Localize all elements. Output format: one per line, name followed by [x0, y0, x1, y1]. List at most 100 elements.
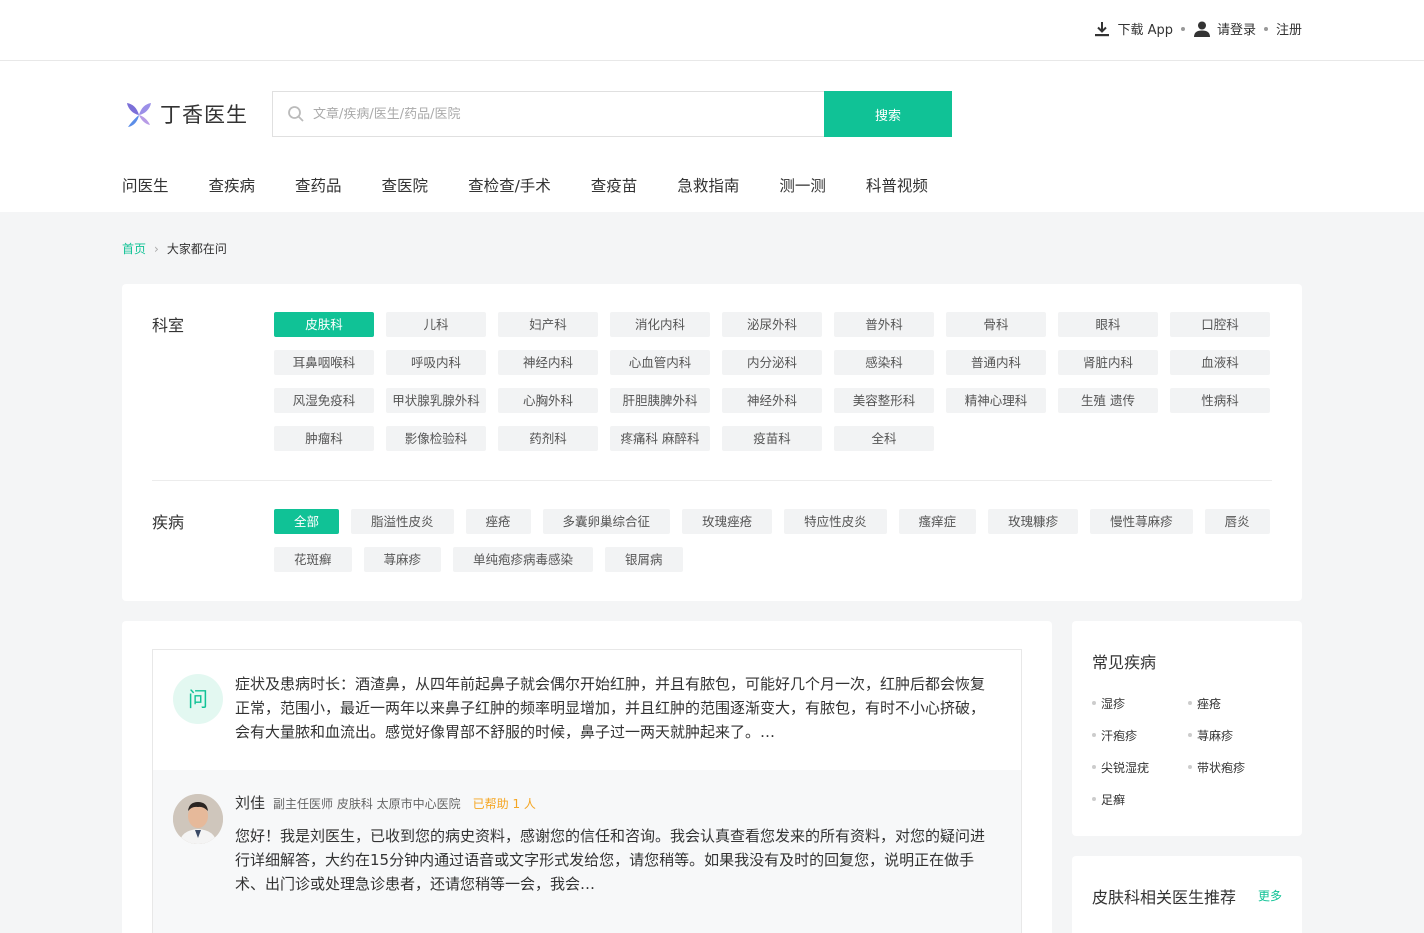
dept-tag[interactable]: 风湿免疫科 — [274, 388, 374, 413]
logo-text: 丁香医生 — [160, 103, 248, 127]
dept-tag[interactable]: 甲状腺乳腺外科 — [386, 388, 486, 413]
search-button[interactable]: 搜索 — [824, 91, 952, 137]
common-disease-link[interactable]: 汗疱疹 — [1092, 727, 1188, 759]
dept-tag[interactable]: 药剂科 — [498, 426, 598, 451]
common-disease-link[interactable]: 痤疮 — [1188, 695, 1284, 727]
disease-tag[interactable]: 痤疮 — [465, 509, 531, 534]
disease-tag[interactable]: 银屑病 — [605, 547, 683, 572]
dept-tag[interactable]: 普外科 — [834, 312, 934, 337]
nav-vaccines[interactable]: 查疫苗 — [591, 174, 638, 196]
more-link[interactable]: 更多 — [1258, 887, 1282, 904]
question-badge: 问 — [173, 674, 223, 724]
nav-tests[interactable]: 测一测 — [779, 174, 826, 196]
main-nav: 问医生 查疾病 查药品 查医院 查检查/手术 查疫苗 急救指南 测一测 科普视频 — [122, 174, 968, 196]
dept-tag[interactable]: 耳鼻咽喉科 — [274, 350, 374, 375]
common-disease-link[interactable]: 足癣 — [1092, 791, 1188, 823]
answer-block: 刘佳 副主任医师 皮肤科 太原市中心医院 已帮助 1 人 您好！我是刘医生，已收… — [153, 770, 1021, 933]
dept-tag[interactable]: 呼吸内科 — [386, 350, 486, 375]
dept-tag[interactable]: 妇产科 — [498, 312, 598, 337]
dept-tag[interactable]: 全科 — [834, 426, 934, 451]
answer-text[interactable]: 您好！我是刘医生，已收到您的病史资料，感谢您的信任和咨询。我会认真查看您发来的所… — [235, 824, 995, 896]
disease-tag[interactable]: 单纯疱疹病毒感染 — [453, 547, 594, 572]
common-disease-link[interactable]: 荨麻疹 — [1188, 727, 1284, 759]
chevron-right-icon: › — [154, 241, 159, 256]
breadcrumb: 首页 › 大家都在问 — [122, 240, 227, 257]
disease-tag[interactable]: 唇炎 — [1204, 509, 1270, 534]
user-links: 下载 App 请登录 注册 — [1093, 19, 1302, 38]
helped-count: 已帮助 1 人 — [472, 797, 536, 811]
filter-panel: 科室 皮肤科 儿科 妇产科 消化内科 泌尿外科 普外科 骨科 眼科 口腔科 耳鼻… — [122, 284, 1302, 601]
question-text[interactable]: 症状及患病时长：酒渣鼻，从四年前起鼻子就会偶尔开始红肿，并且有脓包，可能好几个月… — [235, 672, 995, 744]
dept-tag[interactable]: 儿科 — [386, 312, 486, 337]
nav-diseases[interactable]: 查疾病 — [209, 174, 256, 196]
dept-tag[interactable]: 生殖 遗传 — [1058, 388, 1158, 413]
dept-tag[interactable]: 血液科 — [1170, 350, 1270, 375]
disease-label: 疾病 — [152, 513, 185, 532]
disease-tag[interactable]: 慢性荨麻疹 — [1090, 509, 1193, 534]
dept-tag[interactable]: 骨科 — [946, 312, 1046, 337]
disease-tag[interactable]: 瘙痒症 — [898, 509, 977, 534]
search-bar: 搜索 — [272, 91, 952, 137]
dept-tag[interactable]: 美容整形科 — [834, 388, 934, 413]
clove-logo-icon — [127, 103, 151, 127]
top-bar: 下载 App 请登录 注册 — [0, 0, 1424, 61]
doctor-meta: 副主任医师 皮肤科 太原市中心医院 — [273, 797, 461, 811]
disease-tag[interactable]: 花斑癣 — [274, 547, 352, 572]
separator-dot — [1180, 26, 1185, 31]
dept-tag[interactable]: 精神心理科 — [946, 388, 1046, 413]
dept-tag[interactable]: 眼科 — [1058, 312, 1158, 337]
nav-exams-surgery[interactable]: 查检查/手术 — [468, 174, 551, 196]
qa-item[interactable]: 问 症状及患病时长：酒渣鼻，从四年前起鼻子就会偶尔开始红肿，并且有脓包，可能好几… — [152, 649, 1022, 933]
separator-dot — [1263, 26, 1268, 31]
download-app-link[interactable]: 下载 App — [1117, 19, 1173, 38]
dept-tag[interactable]: 心血管内科 — [610, 350, 710, 375]
nav-first-aid[interactable]: 急救指南 — [677, 174, 739, 196]
dept-tag[interactable]: 疫苗科 — [722, 426, 822, 451]
login-link[interactable]: 请登录 — [1217, 19, 1256, 38]
dept-tag[interactable]: 神经内科 — [498, 350, 598, 375]
dept-tag[interactable]: 肿瘤科 — [274, 426, 374, 451]
dept-tag[interactable]: 消化内科 — [610, 312, 710, 337]
nav-ask-doctor[interactable]: 问医生 — [122, 174, 169, 196]
dept-tag[interactable]: 肾脏内科 — [1058, 350, 1158, 375]
dept-tag[interactable]: 口腔科 — [1170, 312, 1270, 337]
breadcrumb-home[interactable]: 首页 — [122, 240, 146, 257]
user-icon — [1193, 21, 1210, 37]
disease-tag[interactable]: 荨麻疹 — [363, 547, 442, 572]
nav-videos[interactable]: 科普视频 — [866, 174, 928, 196]
qa-list: 问 症状及患病时长：酒渣鼻，从四年前起鼻子就会偶尔开始红肿，并且有脓包，可能好几… — [122, 621, 1052, 933]
common-disease-link[interactable]: 湿疹 — [1092, 695, 1188, 727]
dept-tag[interactable]: 神经外科 — [722, 388, 822, 413]
breadcrumb-current: 大家都在问 — [166, 242, 227, 256]
disease-tag[interactable]: 脂溢性皮炎 — [351, 509, 454, 534]
dept-tag[interactable]: 泌尿外科 — [722, 312, 822, 337]
dept-tag[interactable]: 肝胆胰脾外科 — [610, 388, 710, 413]
search-box — [272, 91, 824, 137]
common-disease-link[interactable]: 尖锐湿疣 — [1092, 759, 1188, 791]
dept-tag[interactable]: 性病科 — [1170, 388, 1270, 413]
disease-tag[interactable]: 多囊卵巢综合征 — [542, 509, 671, 534]
site-header: 丁香医生 搜索 问医生 查疾病 查药品 查医院 查检查/手术 查疫苗 急救指南 … — [0, 61, 1424, 212]
disease-tag[interactable]: 玫瑰糠疹 — [988, 509, 1079, 534]
site-logo[interactable]: 丁香医生 — [124, 99, 248, 129]
dept-tag[interactable]: 影像检验科 — [386, 426, 486, 451]
dept-tag[interactable]: 心胸外科 — [498, 388, 598, 413]
dept-tag[interactable]: 疼痛科 麻醉科 — [610, 426, 710, 451]
nav-drugs[interactable]: 查药品 — [295, 174, 342, 196]
doctor-info: 刘佳 副主任医师 皮肤科 太原市中心医院 已帮助 1 人 — [235, 792, 536, 813]
doctor-name[interactable]: 刘佳 — [235, 792, 265, 813]
disease-tag[interactable]: 特应性皮炎 — [784, 509, 887, 534]
register-link[interactable]: 注册 — [1276, 19, 1302, 38]
common-disease-link[interactable]: 带状疱疹 — [1188, 759, 1284, 791]
disease-tag[interactable]: 全部 — [274, 509, 340, 534]
doctor-recommend-title: 皮肤科相关医生推荐 — [1092, 888, 1237, 907]
dept-tag[interactable]: 皮肤科 — [274, 312, 374, 337]
nav-hospitals[interactable]: 查医院 — [382, 174, 429, 196]
department-tags: 皮肤科 儿科 妇产科 消化内科 泌尿外科 普外科 骨科 眼科 口腔科 耳鼻咽喉科… — [274, 312, 1284, 464]
dept-tag[interactable]: 普通内科 — [946, 350, 1046, 375]
dept-tag[interactable]: 感染科 — [834, 350, 934, 375]
doctor-avatar[interactable] — [173, 794, 223, 844]
search-input[interactable] — [313, 106, 793, 122]
disease-tag[interactable]: 玫瑰痤疮 — [682, 509, 773, 534]
dept-tag[interactable]: 内分泌科 — [722, 350, 822, 375]
